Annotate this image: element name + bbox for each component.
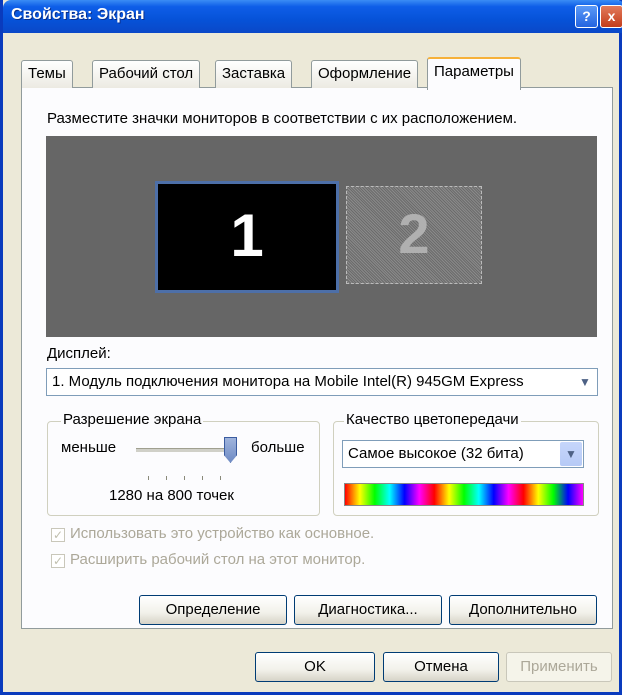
tab-settings[interactable]: Параметры — [427, 57, 521, 90]
window-title: Свойства: Экран — [11, 6, 145, 23]
slider-tick — [148, 476, 149, 480]
advanced-button[interactable]: Дополнительно — [449, 595, 597, 625]
display-properties-window: Свойства: Экран ? x Темы Рабочий стол За… — [0, 0, 622, 695]
tab-screensaver[interactable]: Заставка — [215, 60, 293, 88]
extend-desktop-label: Расширить рабочий стол на этот монитор. — [70, 551, 366, 568]
monitor-1-icon[interactable]: 1 — [155, 181, 339, 293]
color-quality-value: Самое высокое (32 бита) — [348, 445, 524, 462]
resolution-less-label: меньше — [61, 439, 117, 456]
resolution-slider-track[interactable] — [136, 448, 236, 452]
primary-device-checkbox[interactable]: ✓ — [51, 528, 65, 542]
chevron-down-icon[interactable]: ▼ — [574, 370, 596, 394]
resolution-value: 1280 на 800 точек — [109, 487, 234, 504]
apply-button[interactable]: Применить — [506, 652, 612, 682]
close-button[interactable]: x — [600, 5, 622, 28]
display-select-value: 1. Модуль подключения монитора на Mobile… — [52, 373, 524, 390]
tab-desktop[interactable]: Рабочий стол — [92, 60, 201, 88]
monitor-2-icon[interactable]: 2 — [346, 186, 482, 284]
resolution-more-label: больше — [251, 439, 305, 456]
display-label: Дисплей: — [47, 345, 111, 362]
color-spectrum-bar — [344, 483, 584, 506]
chevron-down-icon[interactable]: ▼ — [560, 442, 582, 466]
slider-tick — [202, 476, 203, 480]
slider-tick — [220, 476, 221, 480]
title-bar[interactable]: Свойства: Экран ? x — [3, 0, 622, 33]
slider-tick — [166, 476, 167, 480]
display-select[interactable]: 1. Модуль подключения монитора на Mobile… — [46, 368, 598, 396]
cancel-button[interactable]: Отмена — [383, 652, 499, 682]
identify-button[interactable]: Определение — [139, 595, 287, 625]
color-quality-select[interactable]: Самое высокое (32 бита) ▼ — [342, 440, 584, 468]
help-button[interactable]: ? — [575, 5, 598, 28]
slider-tick — [184, 476, 185, 480]
primary-device-label: Использовать это устройство как основное… — [70, 525, 375, 542]
troubleshoot-button[interactable]: Диагностика... — [294, 595, 442, 625]
tab-appearance[interactable]: Оформление — [311, 60, 419, 88]
ok-button[interactable]: OK — [255, 652, 375, 682]
tab-themes[interactable]: Темы — [21, 60, 73, 88]
extend-desktop-checkbox[interactable]: ✓ — [51, 554, 65, 568]
monitor-instruction: Разместите значки мониторов в соответств… — [47, 110, 518, 127]
resolution-legend: Разрешение экрана — [61, 411, 204, 428]
color-quality-legend: Качество цветопередачи — [344, 411, 521, 428]
